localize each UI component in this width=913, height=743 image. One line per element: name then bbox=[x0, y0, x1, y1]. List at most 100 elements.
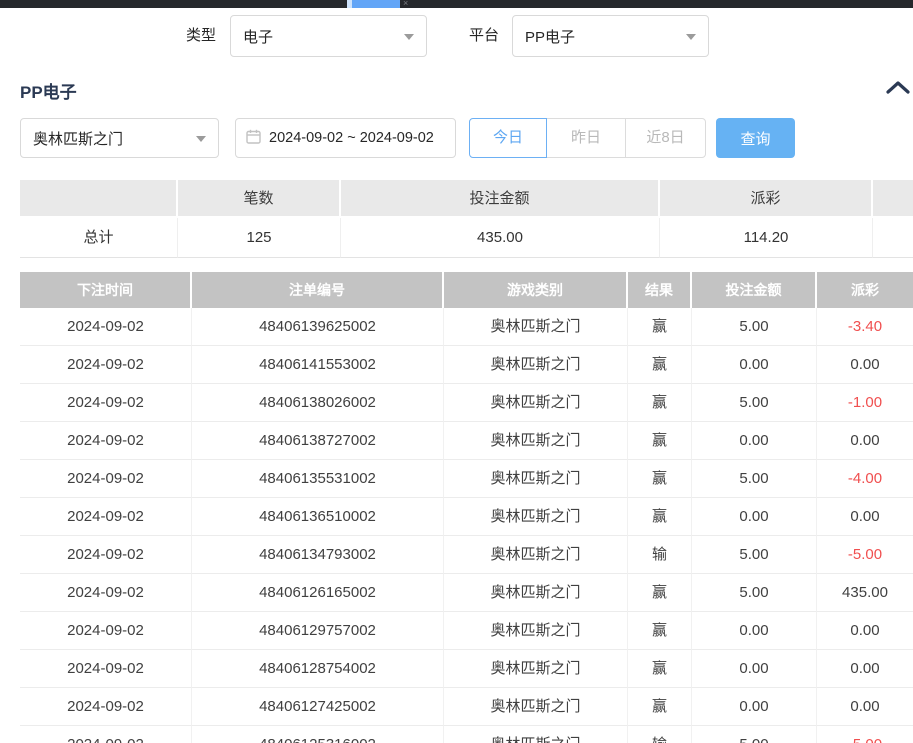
summary-header-bet-amount: 投注金额 bbox=[341, 180, 660, 218]
cell-bet-amount: 0.00 bbox=[692, 650, 817, 688]
bet-table: 下注时间 注单编号 游戏类别 结果 投注金额 派彩 2024-09-02 484… bbox=[20, 272, 913, 743]
cell-bet-id: 48406128754002 bbox=[192, 650, 444, 688]
type-select-value: 电子 bbox=[243, 26, 273, 47]
cell-bet-time: 2024-09-02 bbox=[20, 650, 192, 688]
summary-total-payout: 114.20 bbox=[660, 218, 873, 258]
platform-select[interactable]: PP电子 bbox=[512, 15, 709, 57]
section-title: PP电子 bbox=[20, 78, 77, 103]
cell-payout: 0.00 bbox=[817, 612, 913, 650]
cell-bet-time: 2024-09-02 bbox=[20, 536, 192, 574]
bet-table-body: 2024-09-02 48406139625002 奥林匹斯之门 赢 5.00 … bbox=[20, 308, 913, 743]
summary-total-bet-amount: 435.00 bbox=[341, 218, 660, 258]
cell-bet-amount: 5.00 bbox=[692, 460, 817, 498]
cell-result: 输 bbox=[628, 726, 692, 743]
cell-bet-time: 2024-09-02 bbox=[20, 612, 192, 650]
table-row: 2024-09-02 48406141553002 奥林匹斯之门 赢 0.00 … bbox=[20, 346, 913, 384]
close-icon[interactable]: × bbox=[403, 0, 408, 8]
cell-game-category: 奥林匹斯之门 bbox=[444, 726, 628, 743]
cell-payout: -4.00 bbox=[817, 460, 913, 498]
cell-payout: 0.00 bbox=[817, 688, 913, 726]
cell-bet-id: 48406125316002 bbox=[192, 726, 444, 743]
cell-game-category: 奥林匹斯之门 bbox=[444, 688, 628, 726]
header-payout: 派彩 bbox=[817, 272, 913, 308]
bet-table-header-row: 下注时间 注单编号 游戏类别 结果 投注金额 派彩 bbox=[20, 272, 913, 308]
summary-header-empty bbox=[20, 180, 178, 218]
table-row: 2024-09-02 48406138026002 奥林匹斯之门 赢 5.00 … bbox=[20, 384, 913, 422]
date-range-input[interactable]: 2024-09-02 ~ 2024-09-02 bbox=[235, 118, 456, 158]
cell-bet-time: 2024-09-02 bbox=[20, 346, 192, 384]
cell-bet-id: 48406136510002 bbox=[192, 498, 444, 536]
table-row: 2024-09-02 48406126165002 奥林匹斯之门 赢 5.00 … bbox=[20, 574, 913, 612]
cell-bet-amount: 5.00 bbox=[692, 536, 817, 574]
cell-bet-time: 2024-09-02 bbox=[20, 308, 192, 346]
table-row: 2024-09-02 48406135531002 奥林匹斯之门 赢 5.00 … bbox=[20, 460, 913, 498]
table-row: 2024-09-02 48406138727002 奥林匹斯之门 赢 0.00 … bbox=[20, 422, 913, 460]
summary-total-count: 125 bbox=[178, 218, 341, 258]
cell-payout: -5.00 bbox=[817, 536, 913, 574]
cell-payout: 0.00 bbox=[817, 346, 913, 384]
summary-header-payout: 派彩 bbox=[660, 180, 873, 218]
summary-header-row: 笔数 投注金额 派彩 bbox=[20, 180, 913, 218]
table-row: 2024-09-02 48406125316002 奥林匹斯之门 输 5.00 … bbox=[20, 726, 913, 743]
collapse-chevron-up-icon[interactable] bbox=[886, 80, 910, 95]
table-row: 2024-09-02 48406129757002 奥林匹斯之门 赢 0.00 … bbox=[20, 612, 913, 650]
cell-game-category: 奥林匹斯之门 bbox=[444, 650, 628, 688]
cell-bet-id: 48406126165002 bbox=[192, 574, 444, 612]
table-row: 2024-09-02 48406136510002 奥林匹斯之门 赢 0.00 … bbox=[20, 498, 913, 536]
game-select-value: 奥林匹斯之门 bbox=[33, 128, 123, 149]
table-row: 2024-09-02 48406134793002 奥林匹斯之门 输 5.00 … bbox=[20, 536, 913, 574]
cell-game-category: 奥林匹斯之门 bbox=[444, 384, 628, 422]
game-select[interactable]: 奥林匹斯之门 bbox=[20, 118, 219, 158]
cell-bet-time: 2024-09-02 bbox=[20, 726, 192, 743]
cell-bet-time: 2024-09-02 bbox=[20, 688, 192, 726]
cell-bet-id: 48406141553002 bbox=[192, 346, 444, 384]
top-bar: × bbox=[0, 0, 913, 8]
table-row: 2024-09-02 48406128754002 奥林匹斯之门 赢 0.00 … bbox=[20, 650, 913, 688]
cell-game-category: 奥林匹斯之门 bbox=[444, 422, 628, 460]
type-label: 类型 bbox=[186, 15, 216, 57]
calendar-icon bbox=[246, 129, 261, 148]
date-range-value: 2024-09-02 ~ 2024-09-02 bbox=[269, 130, 434, 146]
cell-payout: -3.40 bbox=[817, 308, 913, 346]
cell-bet-time: 2024-09-02 bbox=[20, 574, 192, 612]
cell-result: 赢 bbox=[628, 384, 692, 422]
search-button[interactable]: 查询 bbox=[716, 118, 795, 158]
cell-bet-amount: 5.00 bbox=[692, 726, 817, 743]
today-button[interactable]: 今日 bbox=[469, 118, 547, 158]
yesterday-button[interactable]: 昨日 bbox=[546, 118, 626, 158]
cell-result: 赢 bbox=[628, 574, 692, 612]
cell-payout: 435.00 bbox=[817, 574, 913, 612]
cell-result: 赢 bbox=[628, 498, 692, 536]
chevron-down-icon bbox=[196, 136, 206, 142]
active-tab-indicator[interactable] bbox=[347, 0, 400, 8]
cell-game-category: 奥林匹斯之门 bbox=[444, 346, 628, 384]
cell-bet-id: 48406138727002 bbox=[192, 422, 444, 460]
cell-result: 赢 bbox=[628, 612, 692, 650]
cell-bet-id: 48406129757002 bbox=[192, 612, 444, 650]
header-result: 结果 bbox=[628, 272, 692, 308]
cell-bet-amount: 0.00 bbox=[692, 612, 817, 650]
cell-bet-amount: 5.00 bbox=[692, 574, 817, 612]
cell-payout: -1.00 bbox=[817, 384, 913, 422]
platform-select-value: PP电子 bbox=[525, 26, 575, 47]
cell-bet-amount: 0.00 bbox=[692, 498, 817, 536]
summary-header-clipped bbox=[873, 180, 913, 218]
summary-table: 笔数 投注金额 派彩 总计 125 435.00 114.20 bbox=[20, 180, 913, 258]
page: × 类型 电子 平台 PP电子 PP电子 奥林匹斯之门 bbox=[0, 0, 913, 743]
last-8-days-button[interactable]: 近8日 bbox=[625, 118, 706, 158]
cell-payout: 0.00 bbox=[817, 422, 913, 460]
cell-result: 赢 bbox=[628, 308, 692, 346]
cell-result: 赢 bbox=[628, 650, 692, 688]
cell-bet-time: 2024-09-02 bbox=[20, 460, 192, 498]
cell-bet-amount: 0.00 bbox=[692, 688, 817, 726]
cell-game-category: 奥林匹斯之门 bbox=[444, 574, 628, 612]
header-bet-time: 下注时间 bbox=[20, 272, 192, 308]
type-select[interactable]: 电子 bbox=[230, 15, 427, 57]
cell-result: 赢 bbox=[628, 422, 692, 460]
cell-bet-amount: 5.00 bbox=[692, 308, 817, 346]
cell-result: 赢 bbox=[628, 346, 692, 384]
cell-bet-amount: 0.00 bbox=[692, 422, 817, 460]
platform-label: 平台 bbox=[469, 15, 499, 57]
cell-bet-id: 48406138026002 bbox=[192, 384, 444, 422]
cell-payout: 0.00 bbox=[817, 498, 913, 536]
